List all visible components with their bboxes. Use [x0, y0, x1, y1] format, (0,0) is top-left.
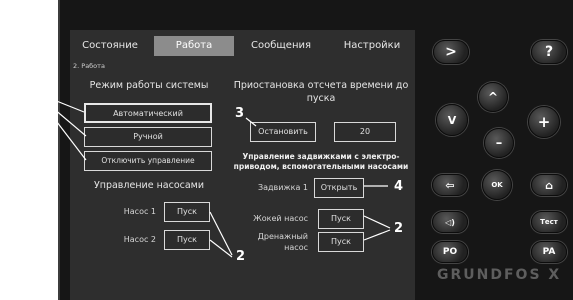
pa-key[interactable]: PA	[531, 241, 567, 263]
stop-button[interactable]: Остановить	[250, 122, 316, 142]
breadcrumb: 2. Работа	[73, 62, 105, 70]
mode-automatic-button[interactable]: Автоматический	[84, 103, 212, 123]
pump2-label: Насос 2	[123, 235, 156, 244]
down-key[interactable]: V	[436, 104, 468, 136]
next-key[interactable]: >	[433, 40, 469, 64]
valve1-open-button[interactable]: Открыть	[314, 178, 364, 198]
sound-key[interactable]: ◁)	[432, 211, 468, 233]
tab-bar: Состояние Работа Сообщения Настройки	[70, 36, 415, 56]
pump2-start-button[interactable]: Пуск	[164, 230, 210, 250]
pump1-label: Насос 1	[123, 207, 156, 216]
annotation-3: 3	[235, 106, 245, 121]
drain-pump-label-line1: Дренажный	[257, 232, 308, 241]
pumps-title: Управление насосами	[93, 180, 205, 191]
jockey-pump-start-button[interactable]: Пуск	[318, 209, 364, 229]
annotation-2-right: 2	[394, 221, 404, 236]
annotation-4: 4	[394, 179, 404, 194]
suspend-title-line2: пуска	[306, 93, 336, 104]
mode-disable-control-button[interactable]: Отключить управление	[84, 151, 212, 171]
test-key[interactable]: Тест	[531, 211, 567, 233]
po-key[interactable]: PO	[432, 241, 468, 263]
device-edge	[58, 0, 60, 300]
tab-messages[interactable]: Сообщения	[240, 36, 322, 56]
valves-title-line2: приводом, вспомогательными насосами	[233, 162, 409, 171]
valves-title-line1: Управление задвижками с электро-	[242, 152, 400, 161]
tab-settings[interactable]: Настройки	[332, 36, 412, 56]
up-key[interactable]: ^	[478, 82, 508, 112]
grundfos-logo: GRUNDFOS X	[437, 267, 562, 283]
pump1-start-button[interactable]: Пуск	[164, 202, 210, 222]
drain-pump-start-button[interactable]: Пуск	[318, 232, 364, 252]
countdown-value-field[interactable]: 20	[334, 122, 396, 142]
tab-status[interactable]: Состояние	[70, 36, 150, 56]
ok-key[interactable]: OK	[482, 170, 512, 200]
system-mode-title: Режим работы системы	[89, 80, 209, 91]
minus-key[interactable]: –	[484, 128, 514, 158]
mode-manual-button[interactable]: Ручной	[84, 127, 212, 147]
home-key[interactable]: ⌂	[531, 174, 567, 196]
suspend-title-line1: Приостановка отсчета времени до	[233, 80, 409, 91]
jockey-pump-label: Жокей насос	[253, 214, 308, 223]
plus-key[interactable]: +	[528, 106, 560, 138]
annotation-1: 1	[24, 79, 34, 94]
annotation-2-bottom: 2	[236, 249, 246, 264]
tab-operation[interactable]: Работа	[154, 36, 234, 56]
valve1-label: Задвижка 1	[257, 183, 308, 192]
help-key[interactable]: ?	[531, 40, 567, 64]
drain-pump-label-line2: насос	[284, 243, 308, 252]
back-key[interactable]: ⇦	[432, 174, 468, 196]
